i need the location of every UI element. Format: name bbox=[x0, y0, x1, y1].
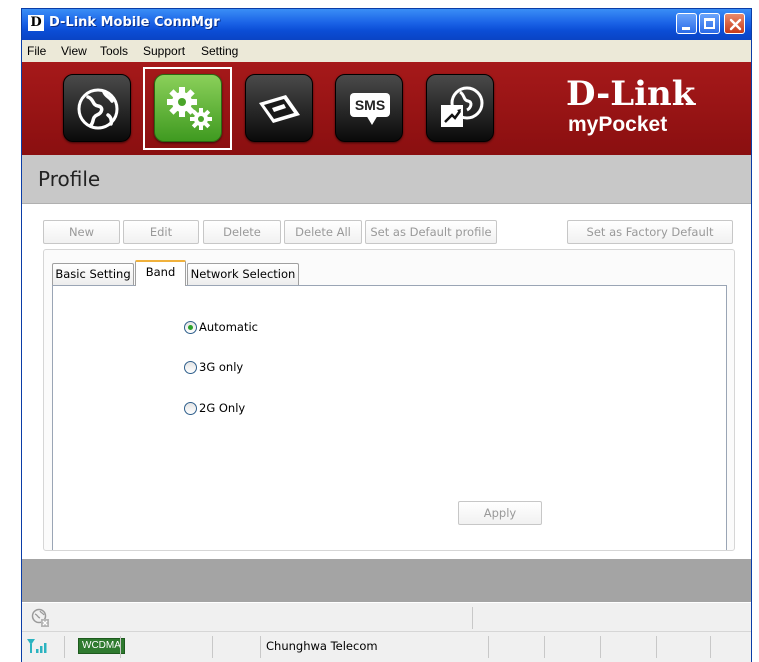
tab-band[interactable]: Band bbox=[135, 260, 186, 286]
new-button[interactable]: New bbox=[43, 220, 120, 244]
radio-button-checked[interactable] bbox=[184, 320, 197, 334]
app-window: D D-Link Mobile ConnMgr File View Tools … bbox=[21, 8, 752, 662]
footer-bar bbox=[22, 559, 751, 602]
signal-strength-icon bbox=[27, 639, 47, 653]
globe-icon bbox=[77, 88, 119, 130]
radio-2g-only[interactable]: 2G Only bbox=[184, 401, 245, 415]
network-type-badge: WCDMA bbox=[78, 638, 125, 654]
status-divider bbox=[120, 636, 121, 658]
gears-icon bbox=[167, 87, 212, 130]
nav-contacts-button[interactable] bbox=[245, 74, 313, 142]
nav-sms-button[interactable]: SMS bbox=[335, 74, 403, 142]
set-factory-default-button[interactable]: Set as Factory Default bbox=[567, 220, 733, 244]
window-title: D-Link Mobile ConnMgr bbox=[49, 15, 220, 30]
settings-panel: Basic Setting Band Network Selection Aut… bbox=[43, 249, 735, 551]
close-button[interactable] bbox=[724, 13, 745, 34]
menu-tools[interactable]: Tools bbox=[100, 40, 128, 62]
status-divider bbox=[600, 636, 601, 658]
profile-header: Profile bbox=[22, 155, 751, 204]
brand-logo: D-Link myPocket bbox=[566, 76, 695, 138]
nav-banner: SMS D-Link myPocket bbox=[22, 62, 751, 155]
status-row-network: WCDMA Chunghwa Telecom bbox=[22, 632, 751, 662]
status-divider bbox=[260, 636, 261, 658]
sms-bubble-tail bbox=[366, 115, 378, 125]
minimize-icon bbox=[682, 27, 690, 30]
sms-icon: SMS bbox=[350, 93, 390, 117]
delete-button[interactable]: Delete bbox=[203, 220, 281, 244]
minimize-button[interactable] bbox=[676, 13, 697, 34]
maximize-icon bbox=[704, 18, 715, 29]
page-title: Profile bbox=[38, 167, 101, 191]
menu-view[interactable]: View bbox=[61, 40, 87, 62]
status-divider bbox=[544, 636, 545, 658]
nav-statistics-button[interactable] bbox=[426, 74, 494, 142]
band-tab-body: Automatic 3G only 2G Only Apply bbox=[52, 285, 727, 550]
radio-automatic[interactable]: Automatic bbox=[184, 320, 258, 334]
tab-basic-setting[interactable]: Basic Setting bbox=[52, 263, 134, 285]
radio-button[interactable] bbox=[184, 360, 197, 374]
apply-button[interactable]: Apply bbox=[458, 501, 542, 525]
menu-setting[interactable]: Setting bbox=[201, 40, 238, 62]
profile-content: New Edit Delete Delete All Set as Defaul… bbox=[22, 204, 751, 558]
disconnected-globe-icon bbox=[31, 608, 49, 627]
status-divider bbox=[472, 607, 473, 629]
status-divider bbox=[656, 636, 657, 658]
menu-support[interactable]: Support bbox=[143, 40, 185, 62]
brand-subtitle: myPocket bbox=[568, 113, 668, 136]
contacts-icon bbox=[259, 95, 300, 123]
radio-button[interactable] bbox=[184, 401, 197, 415]
menu-bar: File View Tools Support Setting bbox=[22, 40, 751, 62]
status-divider bbox=[64, 636, 65, 658]
status-bar: WCDMA Chunghwa Telecom bbox=[22, 603, 751, 662]
radio-3g-only[interactable]: 3G only bbox=[184, 360, 243, 374]
statistics-icon bbox=[441, 86, 484, 127]
set-default-profile-button[interactable]: Set as Default profile bbox=[365, 220, 497, 244]
radio-label-2g-only: 2G Only bbox=[199, 401, 246, 415]
close-icon bbox=[729, 18, 742, 31]
carrier-name: Chunghwa Telecom bbox=[266, 639, 378, 653]
radio-label-3g-only: 3G only bbox=[199, 360, 244, 374]
tab-network-selection[interactable]: Network Selection bbox=[187, 263, 299, 285]
nav-settings-button[interactable] bbox=[154, 74, 222, 142]
app-logo-icon: D bbox=[28, 15, 44, 31]
status-divider bbox=[212, 636, 213, 658]
status-divider bbox=[488, 636, 489, 658]
maximize-button[interactable] bbox=[699, 13, 720, 34]
nav-internet-button[interactable] bbox=[63, 74, 131, 142]
title-bar[interactable]: D D-Link Mobile ConnMgr bbox=[22, 9, 751, 40]
edit-button[interactable]: Edit bbox=[123, 220, 199, 244]
radio-label-automatic: Automatic bbox=[199, 320, 258, 334]
status-row-connection bbox=[22, 603, 751, 632]
status-divider bbox=[710, 636, 711, 658]
delete-all-button[interactable]: Delete All bbox=[284, 220, 362, 244]
brand-name: D-Link bbox=[566, 74, 696, 114]
menu-file[interactable]: File bbox=[27, 40, 46, 62]
